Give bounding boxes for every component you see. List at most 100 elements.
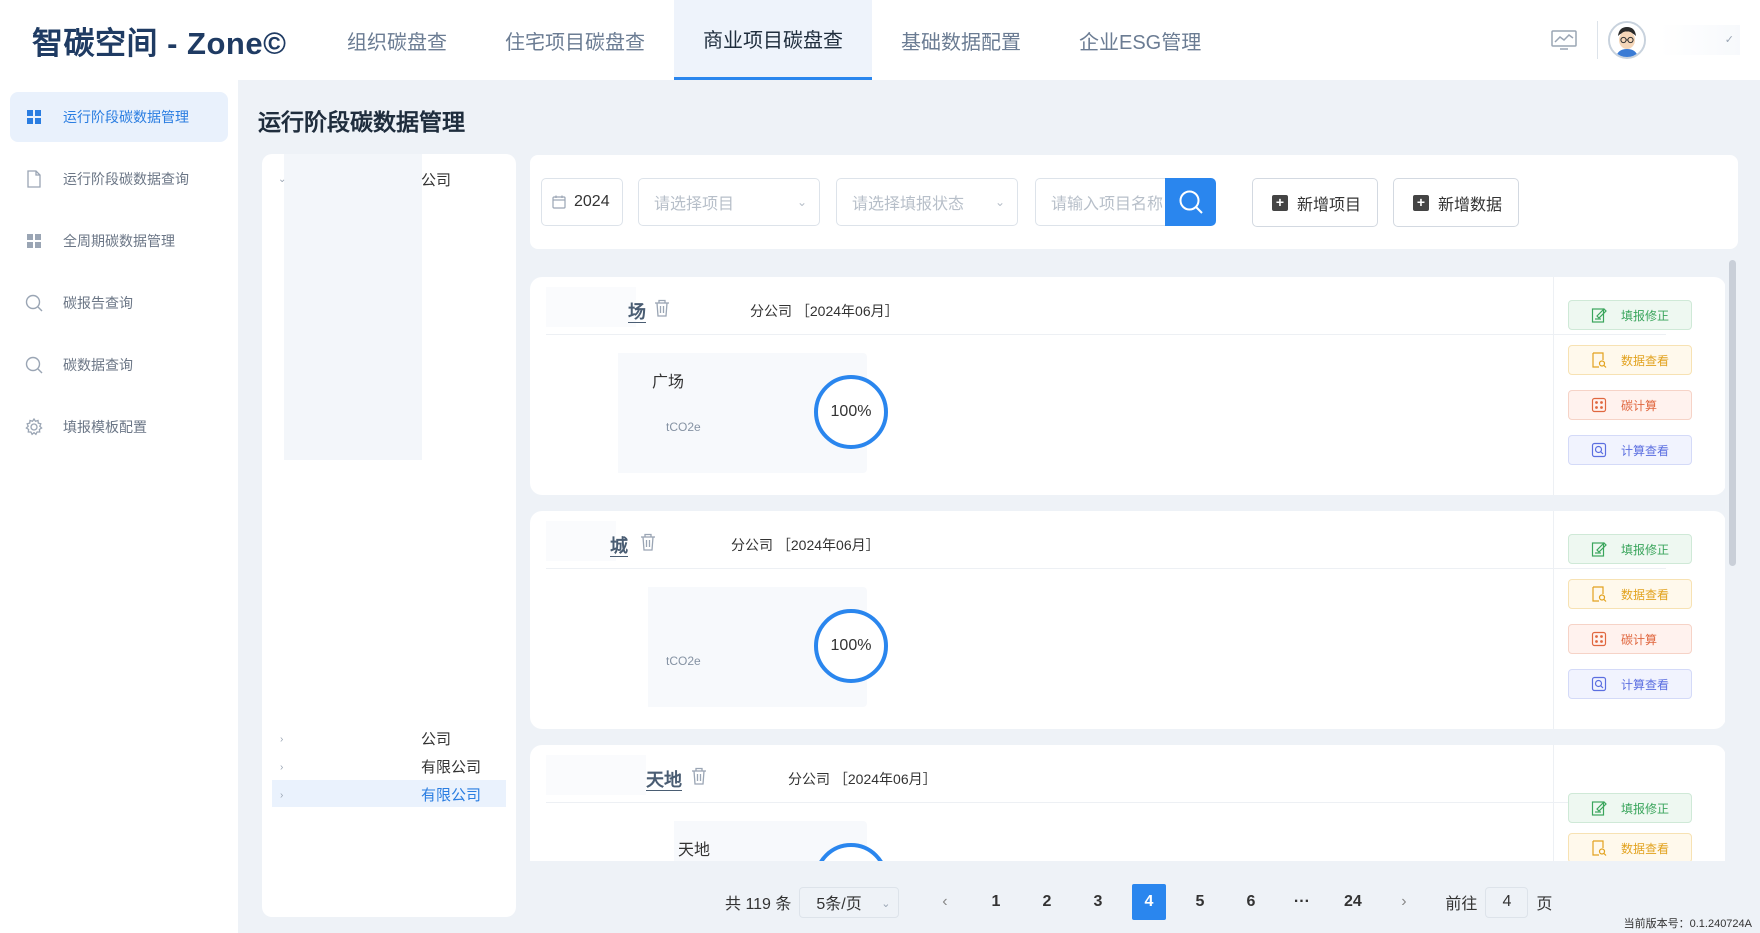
- add-project-button[interactable]: + 新增项目: [1252, 178, 1379, 227]
- sidebar-item-label: 运行阶段碳数据管理: [63, 109, 189, 125]
- branch-name: 分公司: [750, 303, 792, 319]
- project-name-link[interactable]: 天地: [646, 766, 682, 792]
- version-label: 当前版本号：0.1.240724A: [1623, 918, 1752, 930]
- carbon-calc-label: 碳计算: [1621, 632, 1658, 647]
- page-button-4[interactable]: 4: [1131, 884, 1166, 920]
- card-company-period: 分公司 ［2024年06月］: [788, 769, 937, 789]
- sidebar-item-operation-carbon-management[interactable]: 运行阶段碳数据管理: [10, 92, 228, 142]
- calc-view-label: 计算查看: [1621, 677, 1670, 692]
- carbon-calc-button[interactable]: 碳计算: [1568, 624, 1692, 654]
- grid-icon: [25, 232, 43, 250]
- gear-icon: [25, 418, 43, 436]
- fill-fix-button[interactable]: 填报修正: [1568, 300, 1692, 330]
- page-size-select[interactable]: 5条/页 ⌄: [799, 886, 900, 918]
- tree-node[interactable]: 公司: [421, 728, 451, 749]
- data-view-label: 数据查看: [1621, 353, 1670, 368]
- fill-fix-label: 填报修正: [1621, 308, 1670, 323]
- nav-esg-management[interactable]: 企业ESG管理: [1050, 0, 1230, 80]
- chevron-down-icon: ⌄: [994, 195, 1005, 209]
- data-view-label: 数据查看: [1621, 587, 1670, 602]
- prev-page-button[interactable]: ‹: [928, 884, 962, 920]
- project-name-link[interactable]: 城: [610, 532, 628, 558]
- edit-icon: [1591, 307, 1607, 323]
- carbon-metric-box: tCO2e 100%: [584, 587, 888, 707]
- metric-title: 广场: [652, 374, 685, 391]
- project-select[interactable]: 请选择项目 ⌄: [638, 178, 820, 226]
- sidebar-item-template-config[interactable]: 填报模板配置: [10, 402, 228, 452]
- sidebar-item-carbon-data-query[interactable]: 碳数据查询: [10, 340, 228, 390]
- trash-icon[interactable]: [691, 767, 707, 785]
- sidebar-item-lifecycle-carbon-management[interactable]: 全周期碳数据管理: [10, 216, 228, 266]
- page-button-24[interactable]: 24: [1336, 884, 1370, 920]
- card-list-scrollbar[interactable]: [1729, 260, 1736, 566]
- avatar[interactable]: [1608, 21, 1646, 59]
- sidebar-item-operation-carbon-query[interactable]: 运行阶段碳数据查询: [10, 154, 228, 204]
- progress-ring: [814, 843, 888, 861]
- project-name-search-input[interactable]: 请输入项目名称: [1035, 178, 1167, 226]
- tree-node-selected[interactable]: 有限公司: [421, 784, 481, 805]
- trash-icon[interactable]: [654, 299, 670, 317]
- page-button-3[interactable]: 3: [1081, 884, 1115, 920]
- page-button-6[interactable]: 6: [1234, 884, 1268, 920]
- add-data-button[interactable]: + 新增数据: [1393, 178, 1520, 227]
- tree-caret-icon[interactable]: ›: [280, 734, 283, 745]
- tree-redacted-area: [284, 154, 422, 460]
- next-page-button[interactable]: ›: [1387, 884, 1421, 920]
- file-icon: [25, 170, 43, 188]
- page-ellipsis[interactable]: ···: [1285, 884, 1319, 920]
- user-menu[interactable]: ✓: [1660, 25, 1740, 55]
- page-button-2[interactable]: 2: [1030, 884, 1064, 920]
- doc-search-icon: [1591, 586, 1607, 602]
- year-picker[interactable]: 2024: [541, 178, 623, 226]
- search-button[interactable]: [1165, 178, 1216, 226]
- search-placeholder: 请输入项目名称: [1051, 196, 1164, 213]
- carbon-calc-button[interactable]: 碳计算: [1568, 390, 1692, 420]
- trash-icon[interactable]: [640, 533, 656, 551]
- card-company-period: 分公司 ［2024年06月］: [731, 535, 880, 555]
- data-view-button[interactable]: 数据查看: [1568, 833, 1692, 861]
- nav-commercial-carbon[interactable]: 商业项目碳盘查: [674, 0, 872, 80]
- nav-base-data-config[interactable]: 基础数据配置: [872, 0, 1050, 80]
- redacted-area: [546, 287, 636, 327]
- status-select[interactable]: 请选择填报状态 ⌄: [836, 178, 1018, 226]
- nav-residential-carbon[interactable]: 住宅项目碳盘查: [476, 0, 674, 80]
- calc-view-button[interactable]: 计算查看: [1568, 669, 1692, 699]
- nav-org-carbon[interactable]: 组织碳盘查: [318, 0, 476, 80]
- sidebar-item-label: 填报模板配置: [63, 419, 147, 435]
- data-view-button[interactable]: 数据查看: [1568, 579, 1692, 609]
- page-button-1[interactable]: 1: [979, 884, 1013, 920]
- page-button-5[interactable]: 5: [1183, 884, 1217, 920]
- search-icon: [25, 356, 43, 374]
- carbon-calc-label: 碳计算: [1621, 398, 1658, 413]
- org-tree-panel: ⌄ 公司 › 公司 › 有限公司 › 有限公司: [262, 154, 516, 917]
- progress-ring: 100%: [814, 609, 888, 683]
- period-label: ［2024年06月］: [833, 771, 937, 787]
- tree-caret-icon[interactable]: ›: [280, 762, 283, 773]
- user-avatar-icon: [1610, 23, 1644, 57]
- monitor-icon[interactable]: [1551, 30, 1577, 50]
- sidebar-item-label: 碳报告查询: [63, 295, 133, 311]
- fill-fix-button[interactable]: 填报修正: [1568, 534, 1692, 564]
- chevron-down-icon: ⌄: [881, 897, 891, 910]
- progress-value: 100%: [830, 403, 872, 420]
- tree-caret-icon[interactable]: ⌄: [278, 174, 286, 185]
- tree-node[interactable]: 公司: [421, 169, 451, 190]
- redacted-area: [546, 521, 616, 561]
- data-view-button[interactable]: 数据查看: [1568, 345, 1692, 375]
- sidebar-item-carbon-report-query[interactable]: 碳报告查询: [10, 278, 228, 328]
- tree-caret-icon[interactable]: ›: [280, 790, 283, 801]
- goto-page-input[interactable]: 4: [1485, 886, 1529, 918]
- magnifier-square-icon: [1591, 442, 1607, 458]
- tree-node[interactable]: 有限公司: [421, 756, 481, 777]
- project-name-link[interactable]: 场: [628, 298, 646, 324]
- year-value: 2024: [574, 193, 610, 210]
- fill-fix-button[interactable]: 填报修正: [1568, 793, 1692, 823]
- sidebar-item-label: 碳数据查询: [63, 357, 133, 373]
- doc-search-icon: [1591, 352, 1607, 368]
- header-right: ✓: [1551, 0, 1760, 80]
- calc-view-label: 计算查看: [1621, 443, 1670, 458]
- status-select-placeholder: 请选择填报状态: [852, 196, 965, 213]
- card-actions: 填报修正 数据查看 碳计算 计算查看: [1553, 277, 1725, 495]
- sidebar: 运行阶段碳数据管理 运行阶段碳数据查询 全周期碳数据管理 碳报告查询 碳数据查询…: [0, 80, 238, 933]
- calc-view-button[interactable]: 计算查看: [1568, 435, 1692, 465]
